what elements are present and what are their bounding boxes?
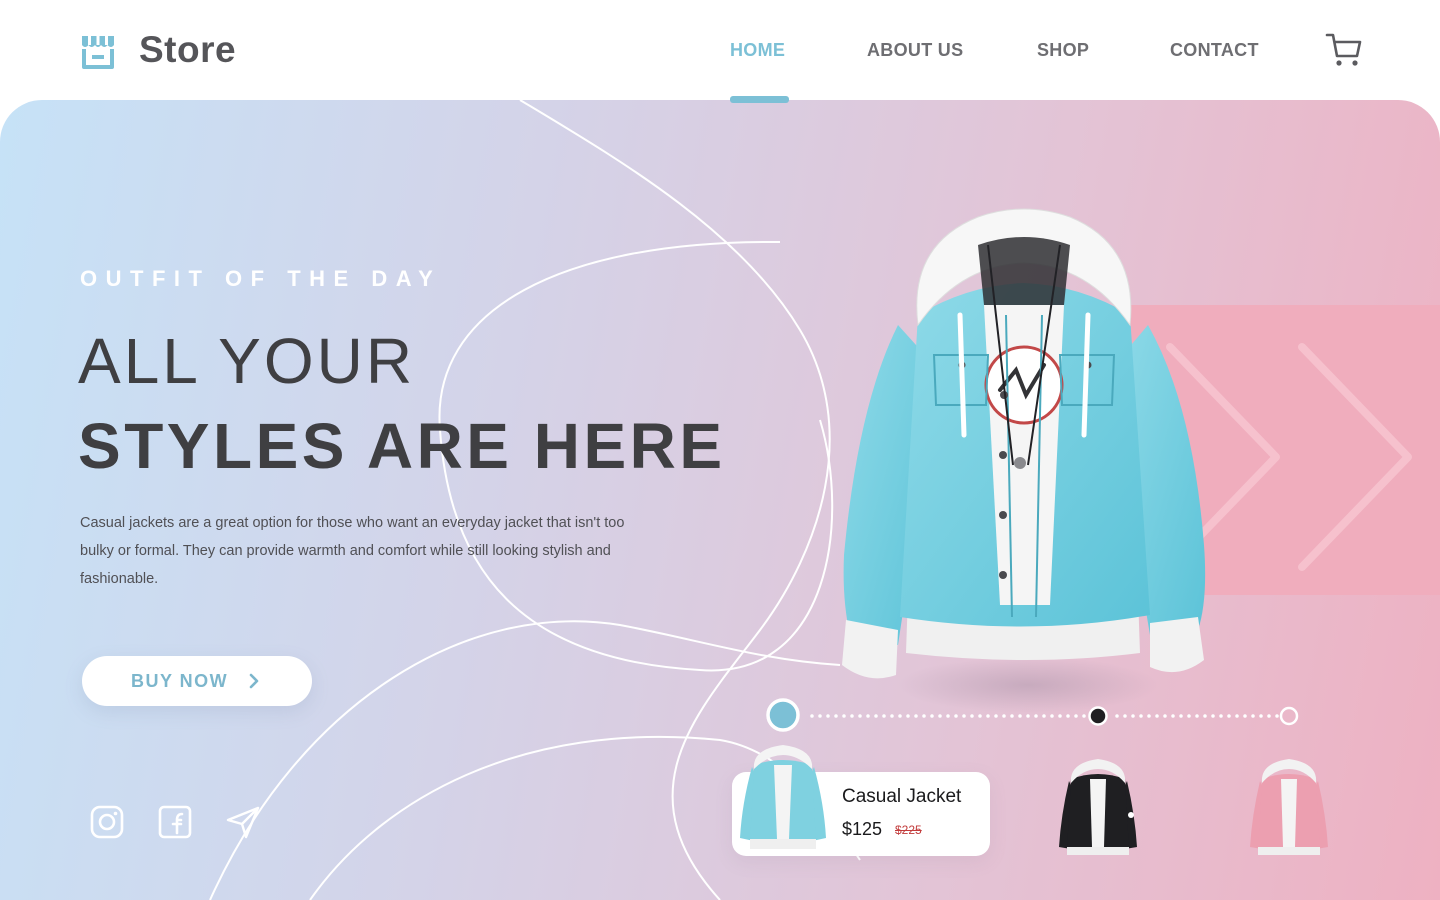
nav-shop[interactable]: SHOP [1037,38,1089,62]
facebook-icon[interactable] [157,804,193,840]
product-name: Casual Jacket [842,786,962,807]
logo-text: Store [139,29,237,70]
shopping-cart-icon[interactable] [1325,32,1363,68]
color-slider-track[interactable] [760,697,1300,735]
hero-description: Casual jackets are a great option for th… [80,515,625,587]
hero-eyebrow: OUTFIT OF THE DAY [80,266,442,291]
nav-home[interactable]: HOME [730,38,785,62]
slider-dot-pink[interactable] [1278,705,1300,727]
site-header: Store HOME ABOUT US SHOP CONTACT [0,0,1440,100]
featured-jacket-image [842,208,1206,713]
buy-now-label: BUY NOW [131,671,229,691]
hero-title-line-2: STYLES ARE HERE [78,410,726,482]
hero-section: OUTFIT OF THE DAY ALL YOUR STYLES ARE HE… [0,100,1440,900]
product-price: $125 [842,819,883,839]
slider-dot-black[interactable] [1086,704,1110,728]
storefront-icon [82,36,114,69]
logo[interactable]: Store [80,30,236,70]
send-icon[interactable] [225,804,261,840]
variant-pink-jacket[interactable] [1248,757,1330,857]
variant-black-jacket[interactable] [1057,757,1139,857]
nav-about-us[interactable]: ABOUT US [867,38,963,62]
hero-title-line-1: ALL YOUR [78,325,416,397]
chevron-right-icon [249,673,259,689]
product-old-price: $225 [895,823,922,837]
buy-now-button[interactable]: BUY NOW [82,656,312,706]
product-thumbnail-blue [740,745,826,849]
decorative-curves [209,100,861,900]
slider-thumb-blue[interactable] [765,697,801,733]
nav-active-indicator [730,96,789,103]
nav-contact[interactable]: CONTACT [1170,38,1259,62]
instagram-icon[interactable] [89,804,125,840]
